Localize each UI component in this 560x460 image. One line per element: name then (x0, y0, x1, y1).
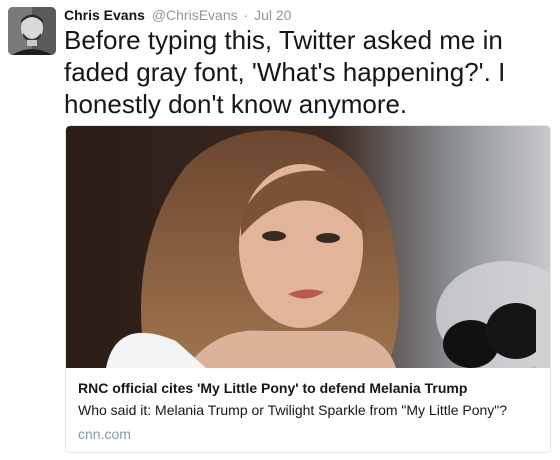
tweet-date[interactable]: Jul 20 (254, 7, 291, 23)
avatar[interactable] (8, 7, 56, 55)
card-domain[interactable]: cnn.com (78, 425, 543, 443)
author-handle[interactable]: @ChrisEvans (152, 7, 238, 23)
card-photo (66, 126, 550, 368)
tweet-text: Before typing this, Twitter asked me in … (64, 25, 506, 119)
author-name[interactable]: Chris Evans (64, 7, 145, 23)
tweet-header: Chris Evans @ChrisEvans · Jul 20 (64, 6, 291, 24)
card-description: Who said it: Melania Trump or Twilight S… (78, 402, 508, 418)
link-card[interactable]: RNC official cites 'My Little Pony' to d… (65, 125, 551, 453)
card-image (66, 126, 550, 368)
card-body: RNC official cites 'My Little Pony' to d… (78, 379, 543, 443)
card-title[interactable]: RNC official cites 'My Little Pony' to d… (78, 379, 543, 397)
tweet: Chris Evans @ChrisEvans · Jul 20 Before … (0, 0, 560, 460)
avatar-photo (8, 7, 56, 55)
separator-dot: · (243, 7, 249, 23)
